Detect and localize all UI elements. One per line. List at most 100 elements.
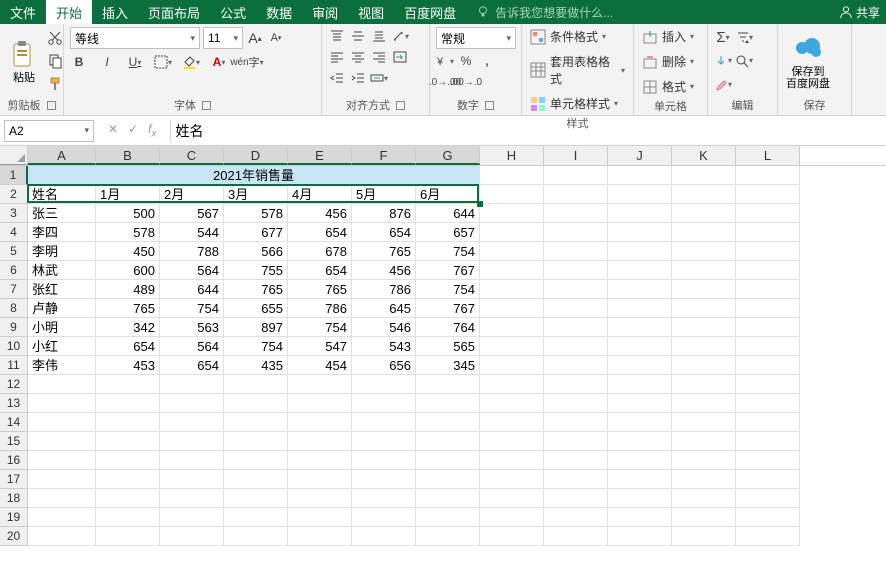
cell[interactable] (736, 527, 800, 546)
cell[interactable] (352, 375, 416, 394)
row-header-7[interactable]: 7 (0, 280, 28, 299)
cell[interactable]: 654 (96, 337, 160, 356)
format-painter-button[interactable] (46, 75, 64, 93)
cell[interactable] (736, 242, 800, 261)
cell[interactable] (672, 166, 736, 185)
cell[interactable] (96, 470, 160, 489)
row-header-1[interactable]: 1 (0, 166, 28, 185)
cell[interactable] (480, 242, 544, 261)
align-center-button[interactable] (349, 48, 367, 66)
cell[interactable] (608, 375, 672, 394)
cell[interactable] (160, 432, 224, 451)
cell[interactable]: 754 (224, 337, 288, 356)
cell[interactable] (96, 451, 160, 470)
cell[interactable] (608, 432, 672, 451)
cell[interactable] (224, 394, 288, 413)
col-header-K[interactable]: K (672, 146, 736, 165)
cell[interactable] (288, 470, 352, 489)
cell[interactable]: 657 (416, 223, 480, 242)
cell[interactable] (480, 185, 544, 204)
cell[interactable]: 张三 (28, 204, 96, 223)
cell[interactable]: 767 (416, 261, 480, 280)
cell[interactable] (608, 451, 672, 470)
cell[interactable]: 李明 (28, 242, 96, 261)
find-button[interactable]: ▾ (735, 52, 753, 70)
cell[interactable] (544, 394, 608, 413)
sort-filter-button[interactable]: ▾ (735, 29, 753, 47)
cell[interactable] (736, 489, 800, 508)
fill-color-button[interactable]: ▾ (182, 53, 200, 71)
cell[interactable] (544, 508, 608, 527)
row-header-2[interactable]: 2 (0, 185, 28, 204)
number-format-combo[interactable]: 常规▾ (436, 27, 516, 49)
cell[interactable] (352, 470, 416, 489)
cell[interactable] (736, 508, 800, 527)
cell[interactable]: 644 (160, 280, 224, 299)
cell[interactable]: 644 (416, 204, 480, 223)
cell[interactable]: 654 (288, 223, 352, 242)
cell[interactable]: 876 (352, 204, 416, 223)
cell[interactable] (608, 166, 672, 185)
cell[interactable]: 李四 (28, 223, 96, 242)
align-bottom-button[interactable] (370, 27, 388, 45)
cell[interactable] (544, 280, 608, 299)
dialog-launcher-icon[interactable] (202, 101, 211, 110)
conditional-format-button[interactable]: 条件格式▾ (528, 27, 627, 46)
cell[interactable] (544, 356, 608, 375)
cell[interactable] (416, 413, 480, 432)
cell[interactable] (480, 280, 544, 299)
cell[interactable] (672, 356, 736, 375)
cell[interactable] (672, 470, 736, 489)
name-box[interactable]: A2 ▾ (4, 120, 94, 142)
formula-input[interactable]: 姓名 (171, 121, 886, 141)
paste-button[interactable]: 粘贴 (6, 27, 42, 95)
row-header-12[interactable]: 12 (0, 375, 28, 394)
cell[interactable] (672, 242, 736, 261)
cell[interactable] (608, 280, 672, 299)
cell[interactable] (480, 337, 544, 356)
row-header-10[interactable]: 10 (0, 337, 28, 356)
cell[interactable] (480, 223, 544, 242)
cell[interactable] (352, 508, 416, 527)
cell[interactable] (96, 413, 160, 432)
cell[interactable]: 450 (96, 242, 160, 261)
table-format-button[interactable]: 套用表格格式▾ (528, 52, 627, 88)
cell[interactable] (480, 470, 544, 489)
cell[interactable] (224, 508, 288, 527)
menu-tab-7[interactable]: 视图 (348, 0, 394, 24)
col-header-F[interactable]: F (352, 146, 416, 165)
cell[interactable] (544, 223, 608, 242)
cell[interactable]: 456 (352, 261, 416, 280)
cell[interactable]: 张红 (28, 280, 96, 299)
cell[interactable] (672, 185, 736, 204)
cell[interactable] (480, 508, 544, 527)
cell[interactable]: 754 (288, 318, 352, 337)
select-all-corner[interactable] (0, 146, 28, 165)
tell-me-search[interactable]: 告诉我您想要做什么... (476, 4, 613, 21)
fx-button[interactable]: fx (148, 122, 156, 139)
cell[interactable] (672, 451, 736, 470)
cell[interactable] (160, 413, 224, 432)
cell[interactable] (672, 261, 736, 280)
cell[interactable] (96, 527, 160, 546)
cell[interactable] (544, 204, 608, 223)
cell[interactable]: 小红 (28, 337, 96, 356)
cell[interactable]: 564 (160, 261, 224, 280)
cell[interactable] (28, 470, 96, 489)
cell[interactable] (352, 489, 416, 508)
col-header-I[interactable]: I (544, 146, 608, 165)
cell[interactable] (416, 489, 480, 508)
row-header-17[interactable]: 17 (0, 470, 28, 489)
spreadsheet-grid[interactable]: ABCDEFGHIJKL 123456789101112131415161718… (0, 146, 886, 546)
cell[interactable] (224, 451, 288, 470)
menu-tab-2[interactable]: 插入 (92, 0, 138, 24)
cell[interactable]: 6月 (416, 185, 480, 204)
cell[interactable] (28, 527, 96, 546)
cell[interactable] (544, 185, 608, 204)
cell[interactable]: 566 (224, 242, 288, 261)
cell[interactable] (608, 356, 672, 375)
bold-button[interactable]: B (70, 53, 88, 71)
col-header-G[interactable]: G (416, 146, 480, 165)
cell[interactable] (736, 413, 800, 432)
cell[interactable] (608, 489, 672, 508)
